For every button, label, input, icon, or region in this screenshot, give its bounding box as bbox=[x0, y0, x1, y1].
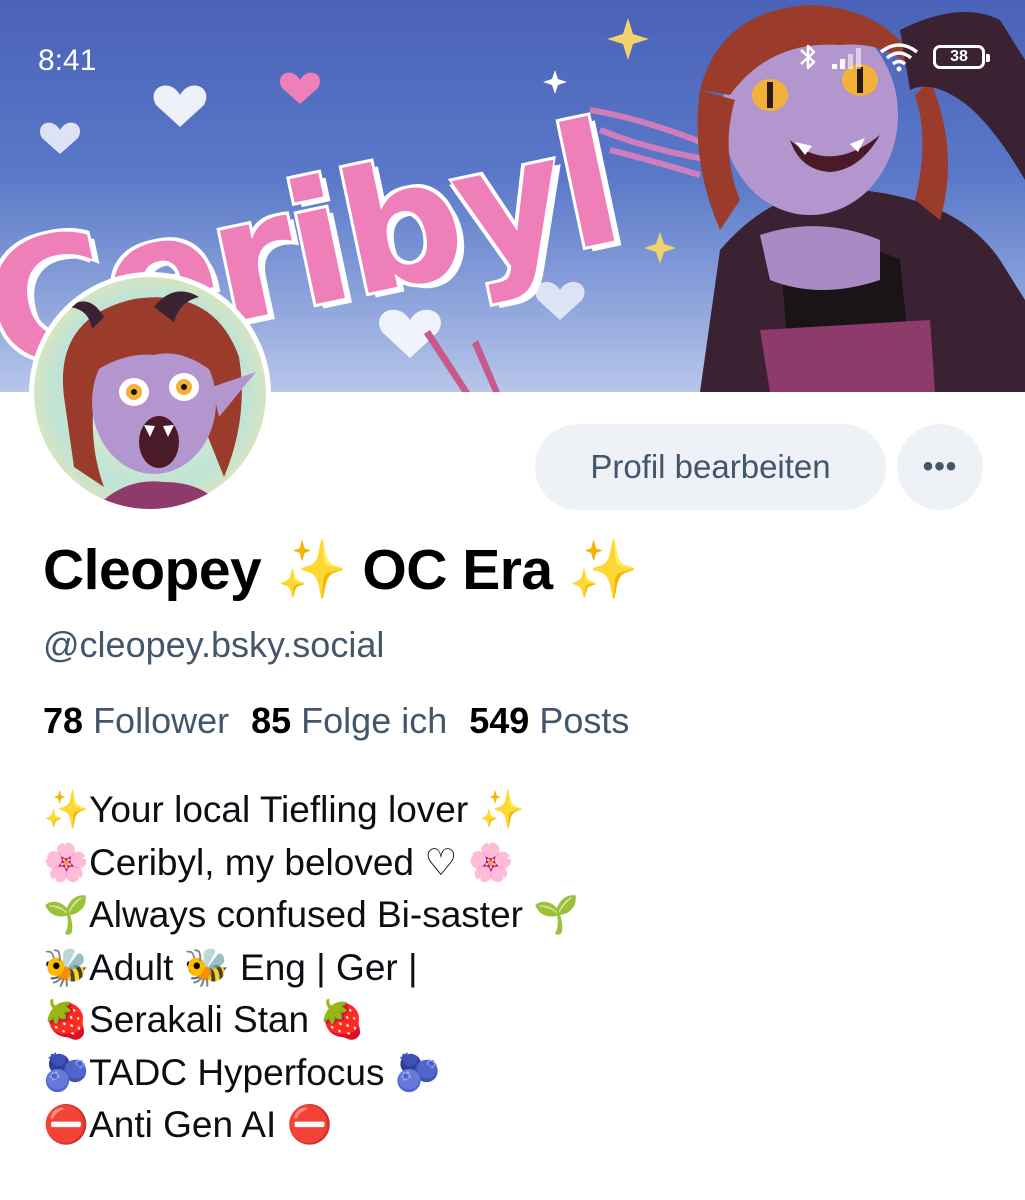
avatar-illustration bbox=[34, 277, 266, 509]
followers-label: Follower bbox=[93, 700, 230, 741]
following-label: Folge ich bbox=[301, 700, 448, 741]
bio-line: 🫐TADC Hyperfocus 🫐 bbox=[43, 1051, 441, 1093]
posts-label: Posts bbox=[539, 700, 630, 741]
following-link[interactable]: 85 Folge ich bbox=[251, 700, 447, 741]
bio-line: 🌸Ceribyl, my beloved ♡ 🌸 bbox=[43, 841, 514, 883]
bio-line: ⛔Anti Gen AI ⛔ bbox=[43, 1104, 333, 1145]
status-time: 8:41 bbox=[38, 44, 97, 77]
following-count: 85 bbox=[251, 700, 292, 741]
signal-icon bbox=[831, 44, 865, 70]
bio-line: ✨Your local Tiefling lover ✨ bbox=[43, 789, 525, 830]
display-name: Cleopey ✨ OC Era ✨ bbox=[43, 538, 639, 602]
bluetooth-icon bbox=[799, 42, 817, 72]
bio-line: 🌱Always confused Bi-saster 🌱 bbox=[43, 894, 580, 935]
handle: @cleopey.bsky.social bbox=[43, 624, 385, 665]
profile-bio: ✨Your local Tiefling lover ✨ 🌸Ceribyl, m… bbox=[43, 784, 579, 1152]
posts-stat: 549 Posts bbox=[469, 700, 629, 741]
avatar[interactable] bbox=[29, 272, 271, 514]
status-icons: 38 bbox=[799, 42, 990, 72]
bio-line: 🐝Adult 🐝 Eng | Ger | bbox=[43, 946, 418, 988]
bio-line: 🍓Serakali Stan 🍓 bbox=[43, 999, 366, 1040]
followers-link[interactable]: 78 Follower bbox=[43, 700, 229, 741]
more-options-icon: ••• bbox=[922, 450, 958, 483]
battery-icon: 38 bbox=[933, 45, 990, 69]
posts-count: 549 bbox=[469, 700, 530, 741]
profile-stats: 78 Follower 85 Folge ich 549 Posts bbox=[43, 700, 629, 742]
wifi-icon bbox=[879, 42, 919, 72]
followers-count: 78 bbox=[43, 700, 84, 741]
more-options-button[interactable]: ••• bbox=[897, 424, 983, 510]
edit-profile-button[interactable]: Profil bearbeiten bbox=[535, 424, 886, 510]
